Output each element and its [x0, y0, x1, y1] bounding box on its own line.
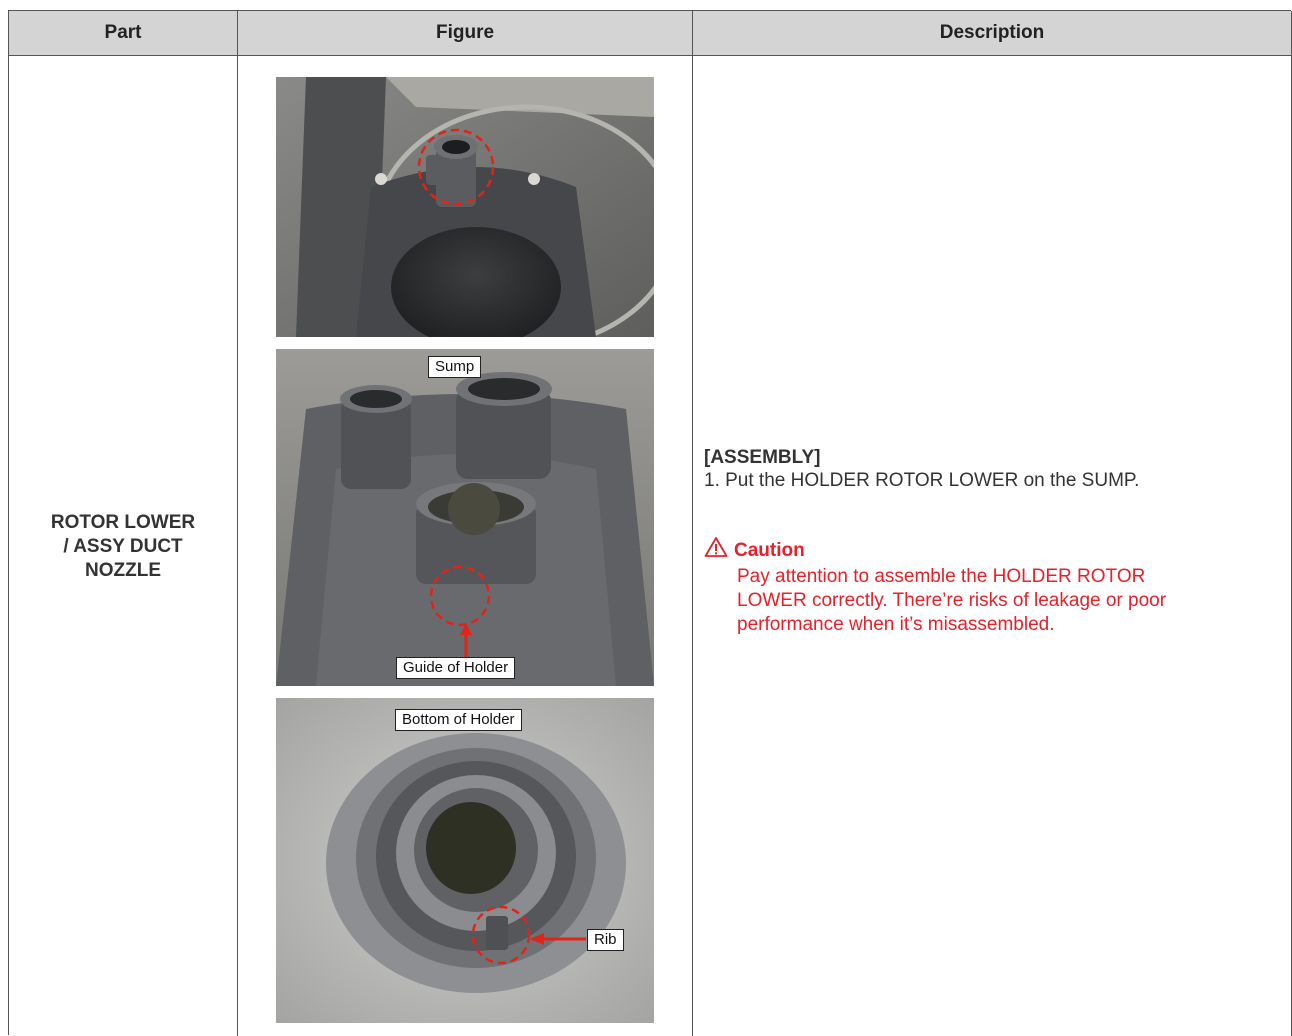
- part-name: ROTOR LOWER / ASSY DUCT NOZZLE: [9, 511, 237, 583]
- photo-holder-bottom: Bottom of Holder Rib: [276, 698, 654, 1023]
- assembly-step-1: 1. Put the HOLDER ROTOR LOWER on the SUM…: [704, 470, 1140, 491]
- part-name-line-2: / ASSY DUCT: [63, 536, 183, 557]
- part-name-line-3: NOZZLE: [85, 560, 161, 581]
- warning-triangle-icon: [704, 536, 728, 565]
- photo-sump-top: [276, 77, 654, 337]
- caution-title: Caution: [734, 539, 805, 561]
- label-rib: Rib: [587, 929, 624, 951]
- photo-holder-guide: Sump Guide of Holder: [276, 349, 654, 686]
- header-figure: Figure: [238, 11, 693, 56]
- caution-block: Caution Pay attention to assemble the HO…: [704, 536, 1284, 637]
- caution-title-row: Caution: [704, 536, 1284, 565]
- header-description: Description: [693, 11, 1292, 56]
- description-block: [ASSEMBLY] 1. Put the HOLDER ROTOR LOWER…: [704, 447, 1284, 493]
- caution-line-2: LOWER correctly. There’re risks of leaka…: [737, 590, 1167, 611]
- caution-line-1: Pay attention to assemble the HOLDER ROT…: [737, 566, 1146, 587]
- caution-line-3: performance when it’s misassembled.: [737, 614, 1055, 635]
- label-bottom-of-holder: Bottom of Holder: [395, 709, 522, 731]
- header-part: Part: [9, 11, 238, 56]
- part-cell: ROTOR LOWER / ASSY DUCT NOZZLE: [9, 56, 238, 1036]
- part-name-line-1: ROTOR LOWER: [50, 512, 196, 533]
- caution-text: Pay attention to assemble the HOLDER ROT…: [704, 565, 1284, 637]
- assembly-heading: [ASSEMBLY]: [704, 447, 821, 468]
- label-sump: Sump: [428, 356, 482, 378]
- label-guide-of-holder: Guide of Holder: [396, 657, 516, 679]
